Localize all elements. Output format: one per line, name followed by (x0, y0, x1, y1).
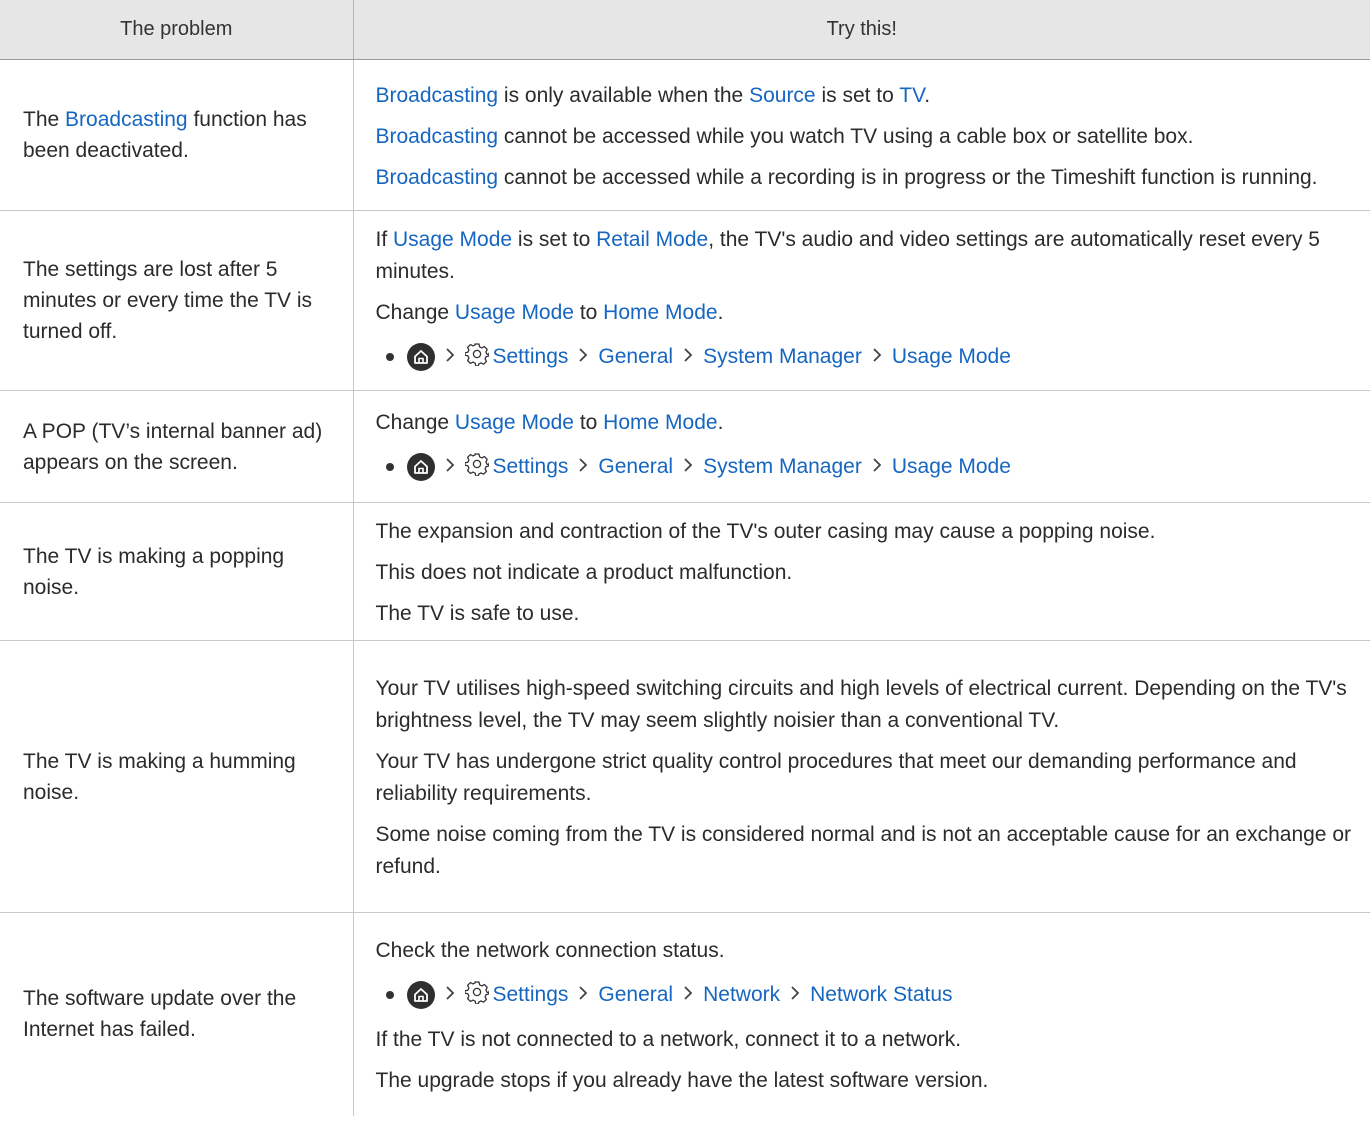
table-row: The software update over the Internet ha… (0, 912, 1370, 1116)
chevron-right-icon (683, 345, 693, 369)
problem-cell: The TV is making a humming noise. (0, 640, 354, 913)
chevron-right-icon (872, 345, 882, 369)
solution-text: . (717, 301, 724, 324)
solution-paragraph: Check the network connection status. (375, 938, 725, 962)
usage-mode-link[interactable]: Usage Mode (393, 228, 512, 251)
solution-paragraph: This does not indicate a product malfunc… (375, 561, 793, 584)
solution-text: Change (375, 410, 455, 434)
general-link[interactable]: General (598, 983, 673, 1007)
problem-cell: The TV is making a popping noise. (0, 502, 354, 641)
chevron-right-icon (683, 455, 693, 479)
solution-paragraph: The expansion and contraction of the TV'… (375, 520, 1156, 543)
source-link[interactable]: Source (749, 84, 816, 107)
system-manager-link[interactable]: System Manager (703, 345, 862, 369)
home-icon[interactable] (406, 343, 435, 371)
bullet (385, 990, 394, 999)
usage-mode-link[interactable]: Usage Mode (892, 455, 1011, 479)
solution-text: If (375, 228, 394, 251)
solution-paragraph: Some noise coming from the TV is conside… (375, 823, 1352, 878)
solution-paragraph: Your TV has undergone strict quality con… (375, 750, 1297, 805)
home-mode-link[interactable]: Home Mode (603, 411, 717, 434)
bullet (385, 462, 394, 471)
home-icon[interactable] (406, 980, 435, 1009)
table-row: The settings are lost after 5 minutes or… (0, 210, 1370, 391)
menu-path: Settings General Network Network Status (376, 973, 1353, 1017)
solution-cell: Change Usage Mode to Home Mode. Settings… (353, 390, 1370, 503)
solution-cell: Your TV utilises high-speed switching ci… (353, 640, 1370, 913)
settings-link[interactable]: Settings (493, 345, 569, 369)
usage-mode-link[interactable]: Usage Mode (455, 411, 574, 434)
table-row: A POP (TV’s internal banner ad) appears … (0, 390, 1370, 503)
solution-paragraph: Broadcasting cannot be accessed while yo… (376, 118, 1353, 156)
problem-cell: The software update over the Internet ha… (0, 912, 354, 1116)
solution-paragraph: Your TV utilises high-speed switching ci… (375, 677, 1347, 732)
troubleshooting-table: The problem Try this! The Broadcasting f… (0, 0, 1370, 1116)
retail-mode-link[interactable]: Retail Mode (596, 228, 708, 251)
usage-mode-link[interactable]: Usage Mode (892, 345, 1011, 369)
solution-cell: Broadcasting is only available when the … (353, 59, 1370, 211)
problem-cell: The Broadcasting function has been deact… (0, 59, 354, 211)
network-status-link[interactable]: Network Status (810, 983, 952, 1007)
general-link[interactable]: General (598, 345, 673, 369)
chevron-right-icon (445, 345, 455, 369)
solution-cell: The expansion and contraction of the TV'… (353, 502, 1370, 641)
broadcasting-link[interactable]: Broadcasting (65, 108, 188, 131)
gear-icon (463, 452, 490, 482)
chevron-right-icon (578, 983, 588, 1007)
home-mode-link[interactable]: Home Mode (603, 301, 717, 324)
solution-paragraph: Change Usage Mode to Home Mode. (376, 294, 1353, 332)
usage-mode-link[interactable]: Usage Mode (455, 301, 574, 324)
chevron-right-icon (872, 455, 882, 479)
problem-cell: The settings are lost after 5 minutes or… (0, 210, 354, 391)
solution-text: cannot be accessed while you watch TV us… (498, 124, 1194, 148)
table-header-row: The problem Try this! (0, 0, 1370, 60)
column-header-problem: The problem (0, 0, 354, 60)
chevron-right-icon (445, 983, 455, 1007)
solution-text: . (924, 83, 931, 107)
solution-text: is set to (512, 228, 597, 251)
solution-paragraph: Change Usage Mode to Home Mode. (376, 404, 1353, 442)
solution-text: is set to (815, 83, 900, 107)
solution-paragraph: If the TV is not connected to a network,… (375, 1027, 962, 1051)
table-row: The Broadcasting function has been deact… (0, 59, 1370, 211)
broadcasting-link[interactable]: Broadcasting (376, 166, 499, 189)
solution-text: Change (375, 301, 455, 324)
chevron-right-icon (445, 455, 455, 479)
table-row: The TV is making a humming noise. Your T… (0, 640, 1370, 913)
solution-cell: If Usage Mode is set to Retail Mode, the… (353, 210, 1370, 391)
tv-link[interactable]: TV (899, 84, 924, 107)
solution-text: to (573, 410, 604, 434)
solution-text: . (717, 410, 724, 434)
settings-link[interactable]: Settings (493, 455, 569, 479)
solution-text: is only available when the (498, 83, 750, 107)
solution-paragraph: If Usage Mode is set to Retail Mode, the… (376, 221, 1353, 291)
solution-text: to (573, 301, 604, 324)
solution-cell: Check the network connection status. Set… (353, 913, 1370, 1116)
solution-paragraph: Broadcasting is only available when the … (376, 77, 1353, 115)
chevron-right-icon (578, 345, 588, 369)
problem-cell: A POP (TV’s internal banner ad) appears … (0, 390, 354, 503)
table-row: The TV is making a popping noise. The ex… (0, 502, 1370, 641)
solution-text: cannot be accessed while a recording is … (498, 165, 1318, 189)
settings-link[interactable]: Settings (493, 983, 569, 1007)
broadcasting-link[interactable]: Broadcasting (376, 125, 499, 148)
chevron-right-icon (683, 983, 693, 1007)
solution-paragraph: Broadcasting cannot be accessed while a … (376, 159, 1353, 197)
gear-icon (463, 980, 490, 1010)
solution-paragraph: The upgrade stops if you already have th… (375, 1068, 989, 1092)
solution-paragraph: The TV is safe to use. (375, 602, 580, 625)
chevron-right-icon (578, 455, 588, 479)
chevron-right-icon (790, 983, 800, 1007)
general-link[interactable]: General (598, 455, 673, 479)
system-manager-link[interactable]: System Manager (703, 455, 862, 479)
network-link[interactable]: Network (703, 983, 780, 1007)
problem-text: The (23, 108, 66, 131)
broadcasting-link[interactable]: Broadcasting (376, 84, 499, 107)
menu-path: Settings General System Manager Usage Mo… (376, 445, 1353, 489)
column-header-try-this: Try this! (353, 0, 1370, 60)
bullet (385, 353, 394, 361)
gear-icon (463, 342, 490, 372)
menu-path: Settings General System Manager Usage Mo… (376, 335, 1353, 379)
home-icon[interactable] (406, 452, 435, 481)
